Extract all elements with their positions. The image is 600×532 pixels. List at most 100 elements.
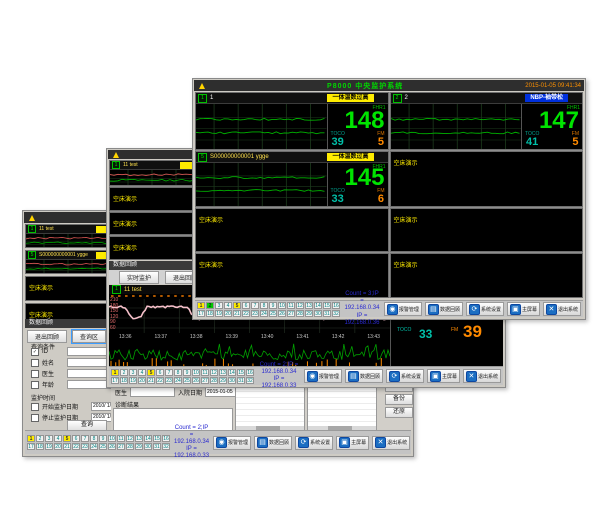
bed-select-cell-7[interactable]: 7 [165, 369, 173, 376]
bed-select-cell-18[interactable]: 18 [206, 310, 214, 317]
bed-select-cell-9[interactable]: 9 [269, 302, 277, 309]
bed-select-cell-4[interactable]: 4 [54, 435, 62, 442]
bed-select-cell-18[interactable]: 18 [36, 443, 44, 450]
exit-system-button[interactable]: ✕退出系统 [463, 369, 501, 383]
bed-select-cell-17[interactable]: 17 [197, 310, 205, 317]
bed-select-cell-10[interactable]: 10 [108, 435, 116, 442]
bed-select-cell-20[interactable]: 20 [54, 443, 62, 450]
bed-select-cell-20[interactable]: 20 [138, 377, 146, 384]
bed-select-cell-19[interactable]: 19 [45, 443, 53, 450]
bed-select-cell-6[interactable]: 6 [156, 369, 164, 376]
bed-select-cell-26[interactable]: 26 [108, 443, 116, 450]
bed-panel-2[interactable]: 2 2 NBP-袖带松 FHR1 147 TOCO41 FM5 [390, 92, 584, 150]
bed-select-cell-3[interactable]: 3 [215, 302, 223, 309]
exit-system-button[interactable]: ✕退出系统 [372, 436, 410, 450]
main-screen-button[interactable]: ▣主屏幕 [336, 436, 369, 450]
result-list-right[interactable] [307, 385, 377, 431]
result-list-left[interactable] [235, 385, 305, 431]
bed-select-cell-5[interactable]: 5 [147, 369, 155, 376]
bed-panel-5[interactable]: 5 S000000000001 ygge [25, 250, 111, 274]
bed-select-cell-19[interactable]: 19 [215, 310, 223, 317]
bed-select-cell-23[interactable]: 23 [165, 377, 173, 384]
bed-select-cell-1[interactable]: 1 [27, 435, 35, 442]
bed-select-cell-17[interactable]: 17 [27, 443, 35, 450]
bed-select-cell-22[interactable]: 22 [72, 443, 80, 450]
bed-select-cell-15[interactable]: 15 [153, 435, 161, 442]
system-settings-button[interactable]: ⟳系统设置 [386, 369, 424, 383]
bed-select-cell-4[interactable]: 4 [224, 302, 232, 309]
bed-select-cell-28[interactable]: 28 [126, 443, 134, 450]
bed-select-cell-18[interactable]: 18 [120, 377, 128, 384]
bed-select-cell-10[interactable]: 10 [278, 302, 286, 309]
bed-select-cell-11[interactable]: 11 [287, 302, 295, 309]
bed-select-cell-3[interactable]: 3 [45, 435, 53, 442]
bed-select-cell-8[interactable]: 8 [90, 435, 98, 442]
bed-select-cell-26[interactable]: 26 [278, 310, 286, 317]
bed-select-cell-15[interactable]: 15 [237, 369, 245, 376]
bed-select-cell-19[interactable]: 19 [129, 377, 137, 384]
bed-select-cell-31[interactable]: 31 [153, 443, 161, 450]
data-review-button[interactable]: ▤数据回顾 [254, 436, 292, 450]
window-titlebar[interactable]: P8000 中央监护系统 2015-01-05 09:41:34 [194, 80, 584, 91]
bed-select-cell-12[interactable]: 12 [210, 369, 218, 376]
bed-select-cell-21[interactable]: 21 [63, 443, 71, 450]
bed-select-cell-27[interactable]: 27 [287, 310, 295, 317]
bed-select-cell-2[interactable]: 2 [36, 435, 44, 442]
bed-select-cell-30[interactable]: 30 [314, 310, 322, 317]
bed-select-cell-23[interactable]: 23 [81, 443, 89, 450]
bed-select-cell-9[interactable]: 9 [183, 369, 191, 376]
system-settings-button[interactable]: ⟳系统设置 [466, 302, 504, 316]
bed-select-cell-10[interactable]: 10 [192, 369, 200, 376]
bed-select-cell-27[interactable]: 27 [117, 443, 125, 450]
id-checkbox[interactable]: ✓ [31, 348, 39, 356]
system-settings-button[interactable]: ⟳系统设置 [295, 436, 333, 450]
bed-select-cell-24[interactable]: 24 [90, 443, 98, 450]
bed-select-cell-2[interactable]: 2 [206, 302, 214, 309]
bed-select-cell-16[interactable]: 16 [246, 369, 254, 376]
alarm-manage-button[interactable]: ◉报警管理 [304, 369, 342, 383]
bed-select-cell-25[interactable]: 25 [183, 377, 191, 384]
bed-select-cell-32[interactable]: 32 [246, 377, 254, 384]
bed-select-cell-17[interactable]: 17 [111, 377, 119, 384]
main-screen-button[interactable]: ▣主屏幕 [507, 302, 540, 316]
data-review-button[interactable]: ▤数据回顾 [425, 302, 463, 316]
stop-date-checkbox[interactable] [31, 414, 39, 422]
bed-select-cell-6[interactable]: 6 [242, 302, 250, 309]
bed-panel-1[interactable]: 1 11 test [25, 224, 111, 248]
bed-select-cell-9[interactable]: 9 [99, 435, 107, 442]
bed-select-cell-21[interactable]: 21 [233, 310, 241, 317]
data-review-button[interactable]: ▤数据回顾 [345, 369, 383, 383]
bed-select-cell-28[interactable]: 28 [210, 377, 218, 384]
bed-select-cell-28[interactable]: 28 [296, 310, 304, 317]
bed-select-cell-12[interactable]: 12 [126, 435, 134, 442]
bed-select-cell-13[interactable]: 13 [219, 369, 227, 376]
doctor-input[interactable] [130, 387, 175, 397]
bed-select-cell-20[interactable]: 20 [224, 310, 232, 317]
bed-select-cell-27[interactable]: 27 [201, 377, 209, 384]
exit-system-button[interactable]: ✕退出系统 [543, 302, 581, 316]
bed-select-cell-29[interactable]: 29 [305, 310, 313, 317]
doctor-checkbox[interactable] [31, 370, 39, 378]
bed-select-cell-26[interactable]: 26 [192, 377, 200, 384]
main-screen-button[interactable]: ▣主屏幕 [427, 369, 460, 383]
bed-select-cell-2[interactable]: 2 [120, 369, 128, 376]
restore-button[interactable]: 还原 [385, 407, 413, 418]
bed-select-cell-30[interactable]: 30 [228, 377, 236, 384]
bed-panel-5[interactable]: 5 S000000000001 ygge 一体温数过高 FHR1 145 TOC… [195, 151, 389, 207]
bed-select-cell-1[interactable]: 1 [197, 302, 205, 309]
bed-select-cell-25[interactable]: 25 [99, 443, 107, 450]
diagnosis-textarea[interactable] [113, 408, 233, 431]
bed-select-cell-29[interactable]: 29 [135, 443, 143, 450]
realtime-monitor-button[interactable]: 实时监护 [119, 271, 159, 284]
bed-select-cell-14[interactable]: 14 [314, 302, 322, 309]
alarm-manage-button[interactable]: ◉报警管理 [213, 436, 251, 450]
bed-select-cell-5[interactable]: 5 [233, 302, 241, 309]
bed-panel-1[interactable]: 1 1 一体温数过高 FHR1 148 TOCO39 FM5 [195, 92, 389, 150]
bed-select-cell-24[interactable]: 24 [174, 377, 182, 384]
bed-select-cell-32[interactable]: 32 [162, 443, 170, 450]
bed-select-cell-15[interactable]: 15 [323, 302, 331, 309]
bed-select-cell-16[interactable]: 16 [332, 302, 340, 309]
bed-select-cell-7[interactable]: 7 [81, 435, 89, 442]
bed-select-cell-11[interactable]: 11 [201, 369, 209, 376]
bed-select-cell-11[interactable]: 11 [117, 435, 125, 442]
